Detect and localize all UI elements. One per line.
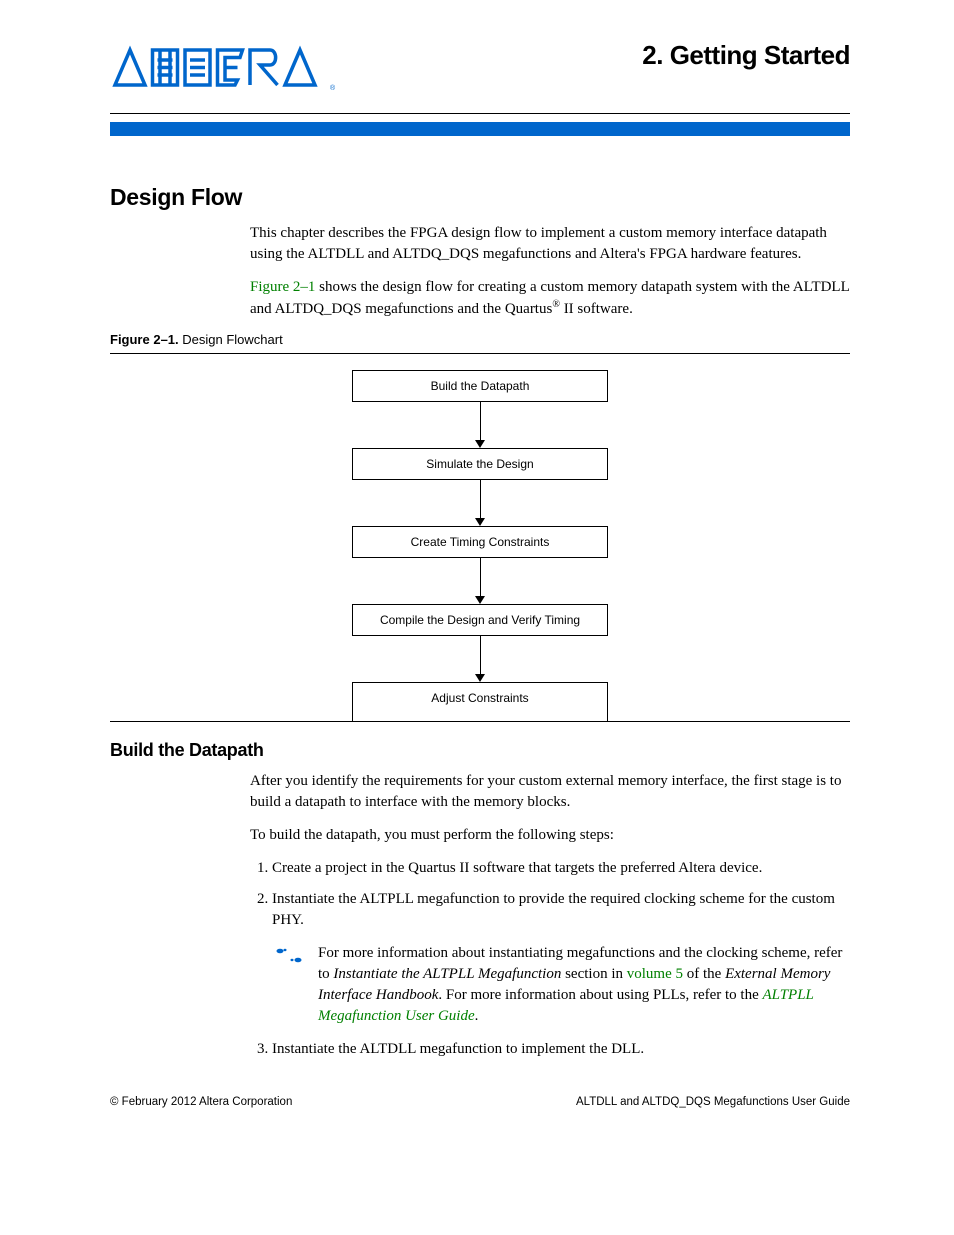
page-header: ® 2. Getting Started (110, 40, 850, 95)
altera-logo: ® (110, 40, 340, 95)
footer-right: ALTDLL and ALTDQ_DQS Megafunctions User … (576, 1096, 850, 1108)
figure-title: Design Flowchart (182, 332, 282, 347)
footer-left: © February 2012 Altera Corporation (110, 1096, 292, 1108)
figure-cross-ref-link[interactable]: Figure 2–1 (250, 279, 315, 295)
svg-text:®: ® (330, 84, 336, 92)
flowchart-container: Build the Datapath Simulate the Design C… (110, 353, 850, 722)
steps-list-cont: Instantiate the ALTDLL megafunction to i… (250, 1039, 850, 1060)
note-text: For more information about instantiating… (318, 943, 850, 1027)
text: shows the design flow for creating a cus… (250, 279, 849, 317)
flow-arrow (475, 402, 485, 448)
text: section in (561, 966, 626, 982)
page-footer: © February 2012 Altera Corporation ALTDL… (110, 1096, 850, 1108)
italic-text: Instantiate the ALTPLL Megafunction (333, 966, 561, 982)
section-heading-design-flow: Design Flow (110, 184, 850, 211)
text: II software. (560, 301, 633, 317)
flow-step: Create Timing Constraints (352, 526, 608, 558)
flow-arrow (475, 558, 485, 604)
paragraph: To build the datapath, you must perform … (250, 825, 850, 846)
flowchart: Build the Datapath Simulate the Design C… (110, 370, 850, 721)
footsteps-icon (274, 943, 318, 974)
figure-caption: Figure 2–1. Design Flowchart (110, 332, 850, 347)
flow-arrow (475, 636, 485, 682)
chapter-title: 2. Getting Started (642, 40, 850, 71)
cross-ref-link[interactable]: volume 5 (627, 966, 683, 982)
flow-step: Compile the Design and Verify Timing (352, 604, 608, 636)
figure-number: Figure 2–1. (110, 332, 179, 347)
text: This chapter describes the FPGA design f… (250, 225, 827, 262)
steps-list: Create a project in the Quartus II softw… (250, 858, 850, 931)
paragraph: Figure 2–1 shows the design flow for cre… (250, 277, 850, 320)
list-item: Instantiate the ALTPLL megafunction to p… (272, 889, 850, 931)
paragraph: After you identify the requirements for … (250, 771, 850, 813)
document-page: ® 2. Getting Started Design Flow This ch… (0, 0, 954, 1148)
note-block: For more information about instantiating… (274, 943, 850, 1027)
paragraph: This chapter describes the FPGA design f… (250, 223, 850, 265)
list-item: Create a project in the Quartus II softw… (272, 858, 850, 879)
flow-step: Simulate the Design (352, 448, 608, 480)
registered-mark: ® (552, 299, 560, 310)
header-rule (110, 113, 850, 114)
flow-step: Adjust Constraints (352, 682, 608, 721)
section-heading-build-datapath: Build the Datapath (110, 740, 850, 761)
list-item: Instantiate the ALTDLL megafunction to i… (272, 1039, 850, 1060)
flow-arrow (475, 480, 485, 526)
header-blue-bar (110, 122, 850, 136)
text: of the (683, 966, 725, 982)
text: . For more information about using PLLs,… (438, 987, 762, 1003)
text: . (475, 1008, 479, 1024)
flow-step: Build the Datapath (352, 370, 608, 402)
